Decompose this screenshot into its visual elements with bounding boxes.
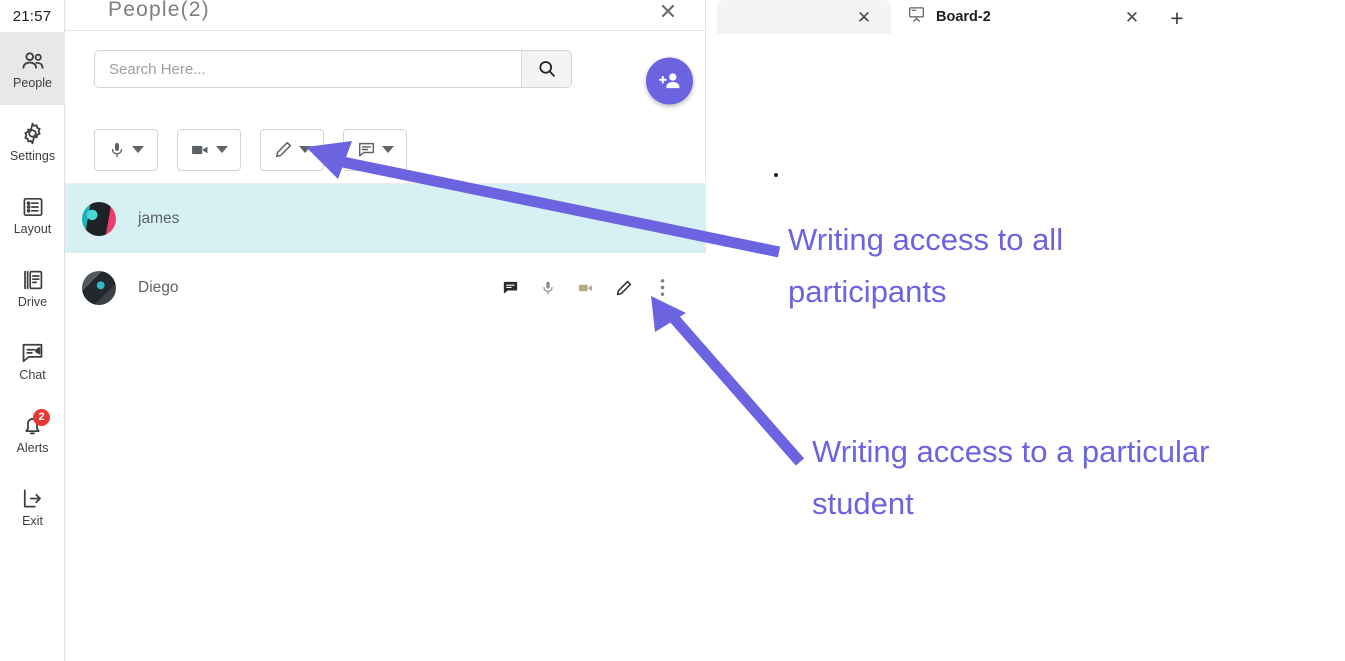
alerts-badge: 2	[33, 409, 50, 426]
browser-tab-strip: ✕ Board-2 ✕ +	[707, 0, 1345, 34]
app-sidebar: 21:57 People Settings Layout Drive Chat …	[0, 0, 65, 661]
browser-tab-inactive[interactable]: ✕	[717, 0, 891, 34]
panel-header: People(2) ✕	[65, 0, 705, 31]
video-camera-icon[interactable]	[576, 278, 596, 298]
canvas-dot-mark	[774, 173, 778, 177]
chat-control-button[interactable]	[343, 128, 407, 171]
chevron-down-icon	[381, 146, 394, 153]
sidebar-item-people[interactable]: People	[0, 32, 65, 105]
sidebar-item-chat[interactable]: Chat	[0, 324, 65, 397]
clock: 21:57	[12, 7, 52, 25]
participant-row-diego[interactable]: Diego	[65, 253, 706, 322]
sidebar-item-settings[interactable]: Settings	[0, 105, 65, 178]
close-icon[interactable]: ✕	[656, 0, 680, 24]
chat-bubble-icon	[357, 140, 376, 159]
sidebar-item-exit[interactable]: Exit	[0, 470, 65, 543]
whiteboard-icon	[907, 5, 926, 29]
video-camera-icon	[190, 140, 210, 160]
video-control-button[interactable]	[177, 128, 241, 171]
avatar	[82, 201, 116, 236]
participant-name: james	[138, 209, 180, 227]
chat-icon	[20, 340, 46, 366]
mic-control-button[interactable]	[94, 128, 158, 171]
microphone-icon[interactable]	[538, 278, 558, 298]
more-vertical-icon[interactable]	[652, 278, 672, 298]
sidebar-item-label: Exit	[22, 513, 43, 528]
chevron-down-icon	[216, 146, 228, 153]
participant-name: Diego	[138, 278, 179, 296]
sidebar-item-label: Layout	[13, 221, 52, 236]
pencil-icon	[274, 140, 293, 159]
close-icon[interactable]: ✕	[855, 8, 873, 26]
microphone-icon	[108, 141, 126, 159]
people-icon	[20, 48, 46, 74]
sidebar-item-alerts[interactable]: 2 Alerts	[0, 397, 65, 470]
board-canvas[interactable]	[707, 34, 1345, 661]
gear-icon	[20, 121, 46, 147]
sidebar-item-layout[interactable]: Layout	[0, 178, 65, 251]
layout-icon	[20, 194, 46, 220]
pencil-icon[interactable]	[614, 278, 634, 298]
add-person-button[interactable]	[646, 57, 693, 105]
close-icon[interactable]: ✕	[1123, 8, 1141, 26]
browser-tab-board-2[interactable]: Board-2 ✕	[891, 0, 1157, 34]
exit-icon	[20, 486, 46, 512]
page-title: People(2)	[108, 0, 210, 21]
sidebar-item-label: Drive	[17, 294, 48, 309]
search-input[interactable]	[95, 51, 521, 87]
tab-title: Board-2	[936, 9, 991, 25]
drive-icon	[20, 267, 46, 293]
sidebar-item-label: Chat	[19, 367, 46, 382]
participant-actions	[500, 278, 672, 298]
participant-list: james Diego	[65, 184, 706, 661]
whiteboard-area: ✕ Board-2 ✕ +	[707, 0, 1345, 661]
sidebar-item-label: Settings	[9, 148, 56, 163]
chevron-down-icon	[132, 146, 144, 153]
search-box	[94, 50, 572, 88]
new-tab-button[interactable]: +	[1165, 6, 1189, 30]
chevron-down-icon	[298, 146, 311, 153]
avatar	[82, 270, 116, 305]
search-icon[interactable]	[521, 51, 571, 87]
participant-row-james[interactable]: james	[65, 184, 706, 253]
sidebar-item-label: Alerts	[16, 440, 49, 455]
sidebar-item-label: People	[13, 75, 52, 90]
media-control-toolbar	[65, 116, 706, 184]
sidebar-item-drive[interactable]: Drive	[0, 251, 65, 324]
search-row	[65, 31, 706, 119]
chat-icon[interactable]	[500, 278, 520, 298]
people-panel: People(2) ✕ Search Here... james Diego	[65, 0, 706, 661]
pencil-control-button[interactable]	[260, 128, 324, 171]
